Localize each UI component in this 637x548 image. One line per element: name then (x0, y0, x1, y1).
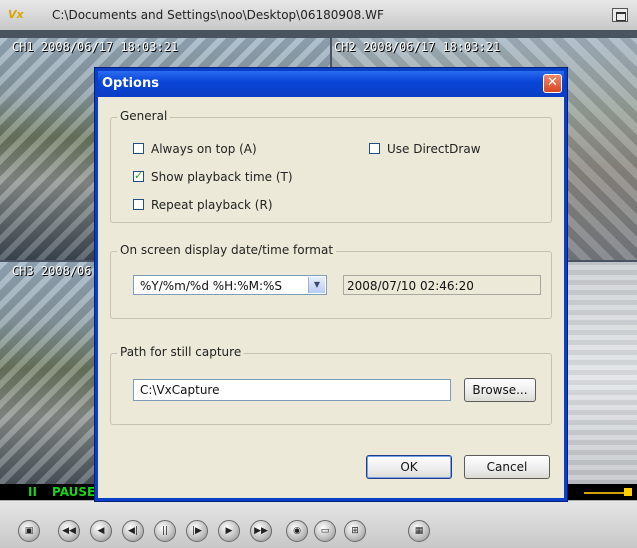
browse-button[interactable]: Browse... (464, 378, 536, 402)
play-icon[interactable]: ▶ (218, 520, 240, 542)
quad-view-icon[interactable]: ⊞ (344, 520, 366, 542)
close-icon[interactable]: ✕ (543, 74, 562, 93)
always-on-top-label: Always on top (A) (151, 142, 257, 156)
ok-button[interactable]: OK (366, 455, 452, 479)
camera-label-ch2: CH2 2008/06/17 18:03:21 (334, 40, 501, 54)
datetime-preview-value: 2008/07/10 02:46:20 (347, 279, 474, 293)
use-directdraw-checkbox[interactable]: Use DirectDraw (369, 142, 529, 158)
still-capture-group-title: Path for still capture (117, 345, 245, 359)
show-playback-time-box[interactable] (133, 169, 144, 182)
dialog-titlebar: Options ✕ (98, 71, 564, 97)
use-directdraw-label: Use DirectDraw (387, 142, 481, 156)
always-on-top-box[interactable] (133, 143, 144, 154)
osd-format-group: On screen display date/time format %Y/%m… (110, 243, 552, 319)
datetime-format-select[interactable]: %Y/%m/%d %H:%M:%S ▼ (133, 275, 327, 295)
camera-label-ch3: CH3 2008/06 (12, 264, 92, 278)
player-titlebar: Vx C:\Documents and Settings\noo\Desktop… (0, 0, 637, 31)
repeat-playback-box[interactable] (133, 199, 144, 210)
cancel-button[interactable]: Cancel (464, 455, 550, 479)
show-playback-time-label: Show playback time (T) (151, 170, 293, 184)
forward-fast-icon[interactable]: ▶▶ (250, 520, 272, 542)
rewind-icon[interactable]: ◀ (90, 520, 112, 542)
step-forward-icon[interactable]: |▶ (186, 520, 208, 542)
repeat-playback-checkbox[interactable]: Repeat playback (R) (133, 198, 333, 214)
repeat-playback-label: Repeat playback (R) (151, 198, 273, 212)
dialog-title: Options (102, 76, 159, 91)
vx-app-icon: Vx (8, 8, 24, 21)
show-playback-time-checkbox[interactable]: Show playback time (T) (133, 169, 333, 186)
restore-window-button[interactable] (612, 8, 628, 22)
pause-status-icon: II (28, 485, 37, 499)
datetime-format-value: %Y/%m/%d %H:%M:%S (140, 279, 283, 293)
capture-path-input[interactable]: C:\VxCapture (133, 379, 451, 401)
camera-label-ch1: CH1 2008/06/17 18:03:21 (12, 40, 179, 54)
general-group-title: General (117, 109, 171, 123)
use-directdraw-box[interactable] (369, 143, 380, 154)
rewind-fast-icon[interactable]: ◀◀ (58, 520, 80, 542)
capture-icon[interactable]: ◉ (286, 520, 308, 542)
pause-icon[interactable]: || (154, 520, 176, 542)
grid-view-icon[interactable]: ▦ (408, 520, 430, 542)
single-view-icon[interactable]: ▭ (314, 520, 336, 542)
step-back-icon[interactable]: ◀| (122, 520, 144, 542)
options-dialog: Options ✕ General Always on top (A) Use … (95, 68, 567, 501)
window-title: C:\Documents and Settings\noo\Desktop\06… (52, 8, 384, 22)
chevron-down-icon[interactable]: ▼ (308, 277, 325, 293)
datetime-preview-field: 2008/07/10 02:46:20 (343, 275, 541, 295)
pause-status-label: PAUSE (52, 485, 96, 499)
playback-controls: ▣ ◀◀ ◀ ◀| || |▶ ▶ ▶▶ ◉ ▭ ⊞ ▦ (0, 500, 637, 548)
still-capture-group: Path for still capture C:\VxCapture Brow… (110, 345, 552, 425)
volume-slider-thumb[interactable] (624, 488, 632, 496)
snapshot-icon[interactable]: ▣ (18, 520, 40, 542)
osd-format-group-title: On screen display date/time format (117, 243, 337, 257)
always-on-top-checkbox[interactable]: Always on top (A) (133, 142, 333, 158)
general-group: General Always on top (A) Use DirectDraw… (110, 109, 552, 223)
